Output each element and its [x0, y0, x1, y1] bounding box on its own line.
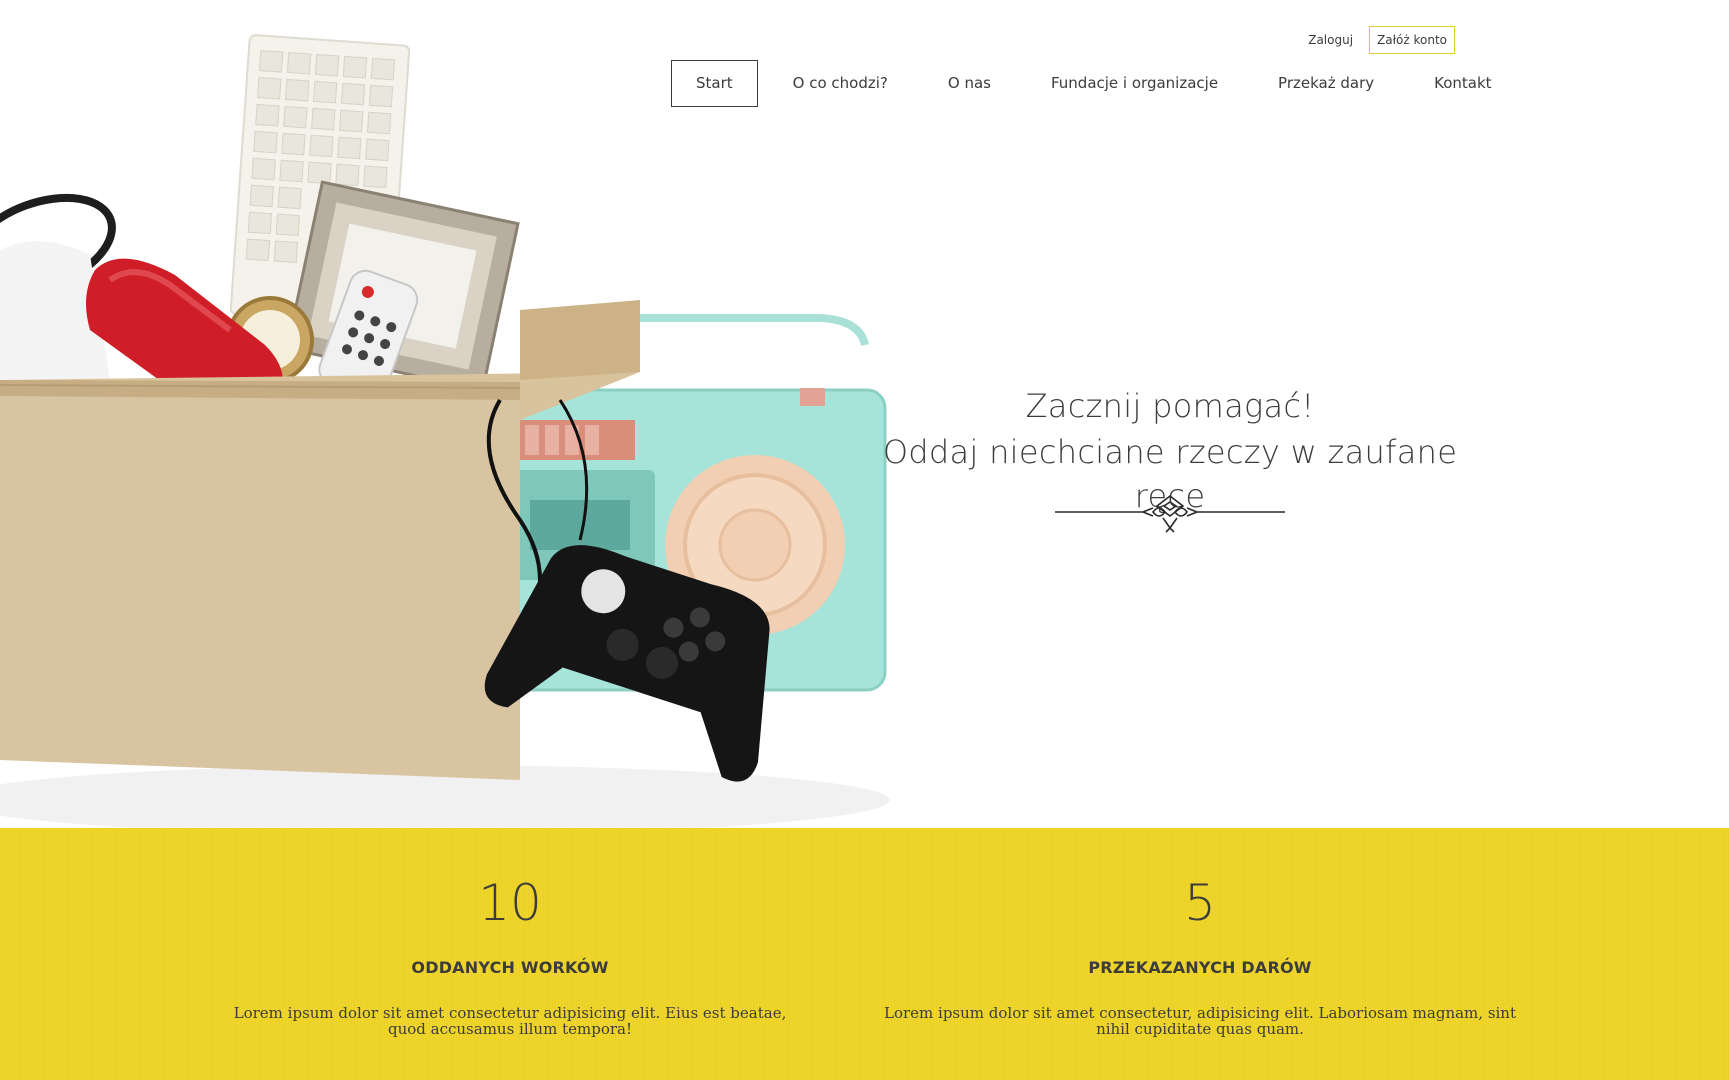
- stat-item: 10 ODDANYCH WORKÓW Lorem ipsum dolor sit…: [230, 828, 790, 1037]
- nav-item-przekaz-dary[interactable]: Przekaż dary: [1253, 60, 1399, 107]
- nav-item-o-co-chodzi[interactable]: O co chodzi?: [768, 60, 913, 107]
- nav-item-kontakt[interactable]: Kontakt: [1409, 60, 1516, 107]
- auth-links: Zaloguj Załóż konto: [1308, 26, 1455, 54]
- nav-item-fundacje[interactable]: Fundacje i organizacje: [1026, 60, 1243, 107]
- login-link[interactable]: Zaloguj: [1308, 33, 1353, 47]
- stat-label: PRZEKAZANYCH DARÓW: [1088, 958, 1312, 977]
- nav-item-start[interactable]: Start: [671, 60, 758, 107]
- stats-section: 10 ODDANYCH WORKÓW Lorem ipsum dolor sit…: [0, 828, 1729, 1080]
- main-nav: Start O co chodzi? O nas Fundacje i orga…: [671, 60, 1527, 107]
- nav-item-o-nas[interactable]: O nas: [923, 60, 1016, 107]
- hero-title: Zacznij pomagać!: [1025, 387, 1315, 425]
- hero-section: Zaloguj Załóż konto Start O co chodzi? O…: [0, 0, 1729, 828]
- register-button[interactable]: Załóż konto: [1369, 26, 1455, 54]
- stat-number: 10: [478, 874, 542, 932]
- stat-description: Lorem ipsum dolor sit amet consectetur, …: [883, 1004, 1516, 1038]
- stat-description: Lorem ipsum dolor sit amet consectetur a…: [233, 1004, 787, 1038]
- stat-label: ODDANYCH WORKÓW: [411, 958, 609, 977]
- stat-number: 5: [1184, 874, 1216, 932]
- decorative-divider-icon: [1055, 494, 1285, 533]
- stat-item: 5 PRZEKAZANYCH DARÓW Lorem ipsum dolor s…: [880, 828, 1520, 1037]
- donation-box-illustration: [0, 34, 890, 828]
